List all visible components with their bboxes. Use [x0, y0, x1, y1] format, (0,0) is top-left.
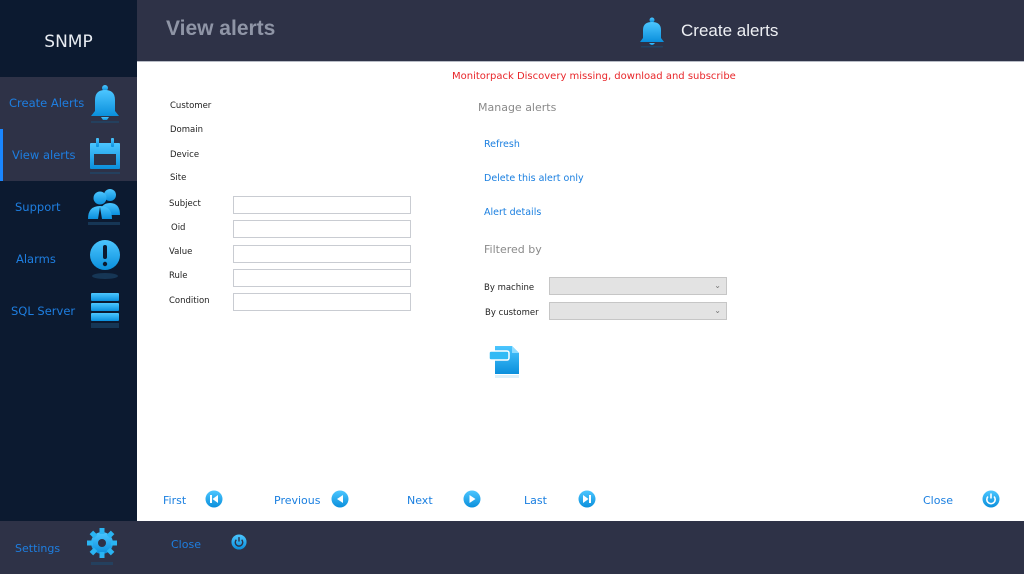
users-icon [88, 189, 120, 225]
chevron-down-icon: ⌄ [714, 306, 721, 315]
database-icon [91, 293, 119, 328]
domain-label: Domain [170, 125, 203, 135]
bell-icon [91, 85, 119, 123]
subject-label: Subject [169, 199, 201, 209]
create-alerts-label: Create alerts [681, 21, 779, 40]
first-page-icon[interactable] [205, 490, 223, 508]
rule-label: Rule [169, 271, 188, 281]
sidebar: SNMP Create Alerts View alerts Support A… [0, 0, 137, 521]
chevron-down-icon: ⌄ [714, 281, 721, 290]
warning-message[interactable]: Monitorpack Discovery missing, download … [452, 71, 736, 82]
header: View alerts Create alerts [137, 0, 1024, 61]
page-title: View alerts [166, 17, 276, 40]
next-page-icon[interactable] [463, 490, 481, 508]
sidebar-item-label: Create Alerts [9, 96, 85, 110]
sidebar-item-label: View alerts [12, 148, 76, 162]
gear-icon[interactable] [85, 527, 119, 567]
app-title: SNMP [0, 0, 137, 77]
by-machine-label: By machine [484, 283, 535, 293]
site-label: Site [170, 173, 187, 183]
by-customer-label: By customer [485, 308, 539, 318]
footer-close-label[interactable]: Close [171, 538, 201, 551]
rule-input[interactable] [233, 269, 411, 287]
next-label[interactable]: Next [407, 494, 433, 507]
previous-page-icon[interactable] [331, 490, 349, 508]
value-input[interactable] [233, 245, 411, 263]
sidebar-item-label: Alarms [16, 252, 56, 266]
sidebar-item-view-alerts[interactable]: View alerts [0, 129, 137, 181]
power-icon[interactable] [231, 534, 247, 550]
sidebar-item-label: Support [15, 200, 61, 214]
by-customer-select[interactable]: ⌄ [549, 302, 727, 320]
manage-alerts-heading: Manage alerts [478, 101, 557, 114]
refresh-link[interactable]: Refresh [484, 139, 520, 150]
delete-alert-link[interactable]: Delete this alert only [484, 173, 584, 184]
main-content: Monitorpack Discovery missing, download … [137, 61, 1024, 521]
by-machine-select[interactable]: ⌄ [549, 277, 727, 295]
calendar-icon [90, 138, 120, 174]
alert-details-link[interactable]: Alert details [484, 207, 541, 218]
first-label[interactable]: First [163, 494, 186, 507]
filtered-by-heading: Filtered by [484, 243, 542, 256]
sidebar-item-support[interactable]: Support [0, 181, 137, 233]
documents-icon[interactable] [489, 340, 523, 378]
sidebar-item-alarms[interactable]: Alarms [0, 233, 137, 285]
settings-label[interactable]: Settings [15, 542, 60, 555]
subject-input[interactable] [233, 196, 411, 214]
device-label: Device [170, 150, 200, 160]
sidebar-item-create-alerts[interactable]: Create Alerts [0, 77, 137, 129]
active-indicator [0, 129, 3, 181]
sidebar-item-label: SQL Server [11, 304, 76, 318]
oid-label: Oid [171, 223, 186, 233]
sidebar-item-sql-server[interactable]: SQL Server [0, 285, 137, 337]
power-icon[interactable] [982, 490, 1000, 508]
oid-input[interactable] [233, 220, 411, 238]
last-label[interactable]: Last [524, 494, 547, 507]
bell-icon [640, 17, 664, 48]
footer: Settings Close [0, 521, 1024, 574]
value-label: Value [169, 247, 193, 257]
exclamation-icon [90, 240, 120, 279]
last-page-icon[interactable] [578, 490, 596, 508]
customer-label: Customer [170, 101, 212, 111]
previous-label[interactable]: Previous [274, 494, 321, 507]
close-label[interactable]: Close [923, 494, 953, 507]
condition-label: Condition [169, 296, 210, 306]
condition-input[interactable] [233, 293, 411, 311]
create-alerts-button[interactable]: Create alerts [637, 14, 817, 50]
